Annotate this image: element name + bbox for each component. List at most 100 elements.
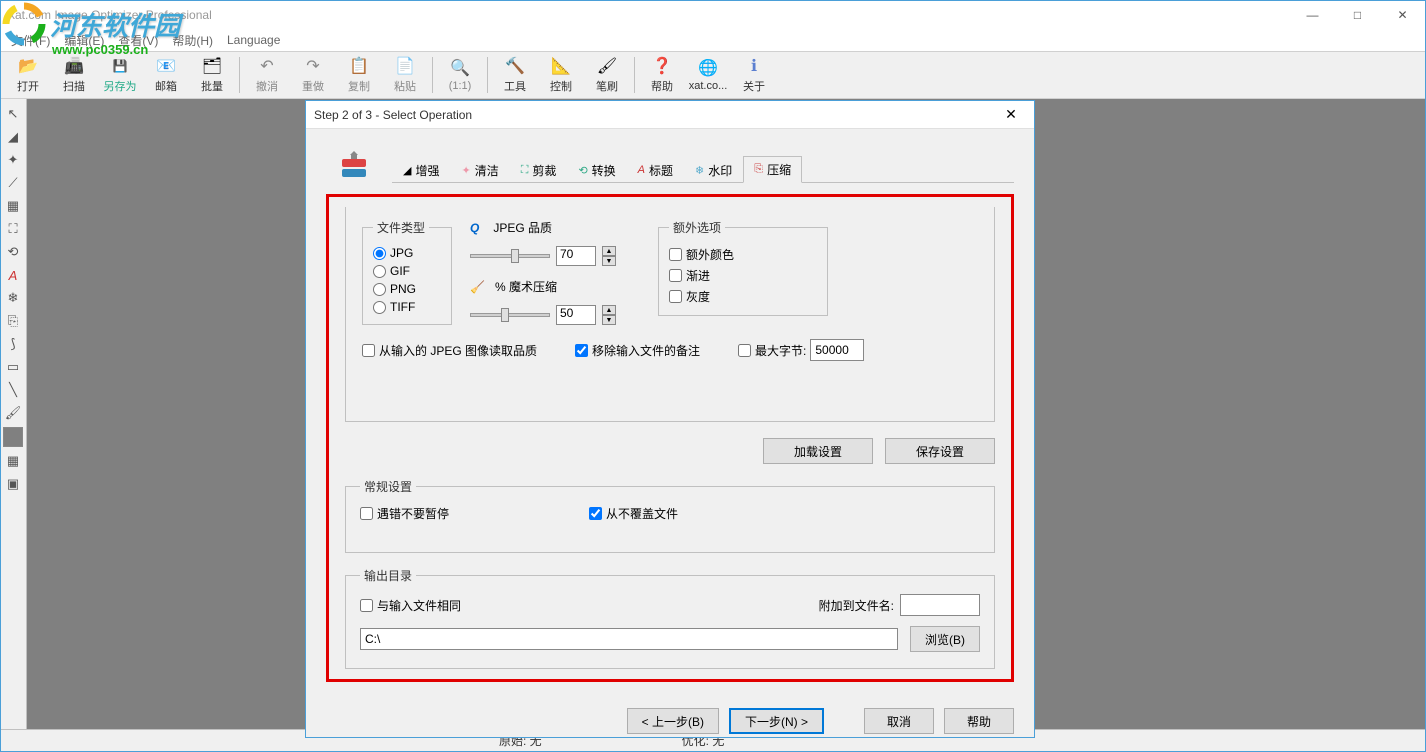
side-tool-arrow[interactable]: ↖ [1,103,25,125]
toolbar-undo[interactable]: ↶撤消 [244,53,290,97]
append-label: 附加到文件名: [819,597,894,614]
mail-icon: 📧 [156,56,176,76]
max-bytes-input[interactable] [810,339,864,361]
radio-jpg[interactable]: JPG [373,244,441,262]
highlighted-area: 文件类型 JPG GIF PNG TIFF Q JPEG 品质 7 [326,194,1014,682]
copy-icon: 📋 [349,56,369,76]
toolbar-open[interactable]: 📂打开 [5,53,51,97]
check-remove-comment[interactable] [575,344,588,357]
prev-button[interactable]: < 上一步(B) [627,708,719,734]
jpeg-quality-slider[interactable] [470,254,550,258]
append-filename-input[interactable] [900,594,980,616]
toolbar-redo[interactable]: ↷重做 [290,53,336,97]
output-path-input[interactable] [360,628,898,650]
side-tool-rotate[interactable]: ⟲ [1,241,25,263]
tab-enhance[interactable]: ◢增强 [392,156,450,183]
magic-compress-slider[interactable] [470,313,550,317]
toolbar-brush[interactable]: 🖌笔刷 [584,53,630,97]
jpeg-quality-spinner[interactable]: ▲▼ [602,246,616,266]
check-same-as-input[interactable]: 与输入文件相同 [360,597,461,614]
tab-title[interactable]: A标题 [627,156,684,183]
toolbar-mail[interactable]: 📧邮箱 [143,53,189,97]
side-tool-rect[interactable]: ▭ [1,356,25,378]
jpeg-quality-input[interactable]: 70 [556,246,596,266]
info-icon: ℹ [744,56,764,76]
maximize-button[interactable]: □ [1335,1,1380,29]
dialog-close-button[interactable]: ✕ [996,101,1026,129]
close-button[interactable]: ✕ [1380,1,1425,29]
tabstrip: ◢增强 ✦清洁 ⛶剪裁 ⟲转换 A标题 ❄水印 ⎘压缩 [392,155,1014,183]
tab-crop[interactable]: ⛶剪裁 [510,156,568,183]
watermark-icon: ❄ [695,164,704,177]
side-tool-compress[interactable]: ⎘ [1,310,25,332]
side-tool-eyedrop[interactable]: ⟋ [1,172,25,194]
output-fieldset: 输出目录 与输入文件相同 附加到文件名: 浏览(B) [345,567,995,669]
filetype-legend: 文件类型 [373,219,429,236]
redo-icon: ↷ [303,56,323,76]
toolbar-control[interactable]: 📐控制 [538,53,584,97]
toolbar-about[interactable]: ℹ关于 [731,53,777,97]
toolbar-copy[interactable]: 📋复制 [336,53,382,97]
side-tool-text[interactable]: A [1,264,25,286]
side-tool-grid[interactable]: ▦ [1,450,25,472]
dialog-footer: < 上一步(B) 下一步(N) > 取消 帮助 [306,698,1034,750]
radio-gif[interactable]: GIF [373,262,441,280]
side-tool-image[interactable]: ▦ [1,195,25,217]
toolbar-separator [634,57,635,93]
tab-clean[interactable]: ✦清洁 [450,156,509,183]
side-tool-fill[interactable]: ▣ [1,473,25,495]
next-button[interactable]: 下一步(N) > [729,708,824,734]
side-tool-crop[interactable]: ⛶ [1,218,25,240]
help-button[interactable]: 帮助 [944,708,1014,734]
tab-compress[interactable]: ⎘压缩 [743,156,802,183]
toolbar-batch[interactable]: 🗂批量 [189,53,235,97]
save-settings-button[interactable]: 保存设置 [885,438,995,464]
side-toolbar: ↖ ◢ ✦ ⟋ ▦ ⛶ ⟲ A ❄ ⎘ ⟆ ▭ ╲ 🖌 ▦ ▣ [1,99,27,729]
toolbar-xat[interactable]: 🌐xat.co... [685,53,731,97]
magic-compress-input[interactable]: 50 [556,305,596,325]
check-no-pause[interactable]: 遇错不要暂停 [360,505,449,522]
check-max-bytes[interactable] [738,344,751,357]
max-bytes-label: 最大字节: [755,342,806,359]
side-tool-stamp[interactable]: ❄ [1,287,25,309]
side-tool-line[interactable]: ╲ [1,379,25,401]
toolbar-tools[interactable]: 🔨工具 [492,53,538,97]
side-tool-zoom[interactable]: ◢ [1,126,25,148]
toolbar-separator [487,57,488,93]
side-tool-wand[interactable]: ✦ [1,149,25,171]
side-color-swatch[interactable] [3,427,23,447]
check-read-jpeg[interactable] [362,344,375,357]
check-progressive[interactable]: 渐进 [669,265,817,286]
check-no-overwrite[interactable]: 从不覆盖文件 [589,505,678,522]
toolbar-paste[interactable]: 📄粘贴 [382,53,428,97]
side-tool-brush2[interactable]: 🖌 [1,402,25,424]
magic-compress-label: % 魔术压缩 [495,278,557,295]
toolbar-scan[interactable]: 📠扫描 [51,53,97,97]
menu-help[interactable]: 帮助(H) [166,30,219,51]
toolbar-help[interactable]: ❓帮助 [639,53,685,97]
main-toolbar: 📂打开 📠扫描 💾另存为 📧邮箱 🗂批量 ↶撤消 ↷重做 📋复制 📄粘贴 🔍(1… [1,51,1425,99]
minimize-button[interactable]: — [1290,1,1335,29]
check-extra-color[interactable]: 额外颜色 [669,244,817,265]
scan-icon: 📠 [64,56,84,76]
side-tool-curve[interactable]: ⟆ [1,333,25,355]
tools-icon: 🔨 [505,56,525,76]
toolbar-saveas[interactable]: 💾另存为 [97,53,143,97]
check-grayscale[interactable]: 灰度 [669,286,817,307]
menu-edit[interactable]: 编辑(E) [58,30,110,51]
magic-compress-spinner[interactable]: ▲▼ [602,305,616,325]
browse-button[interactable]: 浏览(B) [910,626,980,652]
cancel-button[interactable]: 取消 [864,708,934,734]
radio-tiff[interactable]: TIFF [373,298,441,316]
menubar: 文件(F) 编辑(E) 查看(V) 帮助(H) Language [1,29,1425,51]
radio-png[interactable]: PNG [373,280,441,298]
tab-convert[interactable]: ⟲转换 [567,156,626,183]
menu-view[interactable]: 查看(V) [112,30,164,51]
paste-icon: 📄 [395,56,415,76]
compress-tab-icon: ⎘ [754,163,763,176]
load-settings-button[interactable]: 加载设置 [763,438,873,464]
menu-file[interactable]: 文件(F) [5,30,56,51]
menu-language[interactable]: Language [221,31,286,49]
tab-watermark[interactable]: ❄水印 [684,156,743,183]
toolbar-zoom[interactable]: 🔍(1:1) [437,53,483,97]
